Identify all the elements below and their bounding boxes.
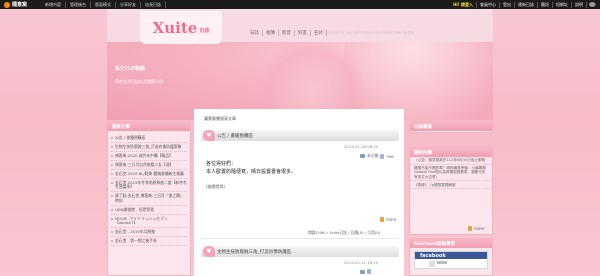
- blog-tabs: 日誌 相簿 影音 好友 名片: [247, 30, 327, 36]
- site-logo[interactable]: 隨意窩: [4, 1, 27, 8]
- tab-album[interactable]: 相簿: [263, 30, 279, 36]
- facebook-avatar: [429, 261, 435, 267]
- post-text-line: 各位晃好們：: [206, 161, 237, 167]
- breadcrumb[interactable]: 蘭素蜜書發表文章: [204, 116, 236, 122]
- list-item[interactable]: 金石堂-2019 BL/耽美 雲端書櫃新生推薦: [111, 170, 187, 179]
- more-icon: [380, 217, 384, 222]
- reply-item[interactable]: 《燕緣》,7g權限整理刷服: [410, 181, 492, 190]
- post-text-line: 本人歐置的隨便寫，晴日設置書會很多。: [206, 169, 297, 175]
- latest-articles-list: 公告 / 書籍預購區 生物生技防腐蝕三角_打造肖像防護策略 博客來-2020 或…: [108, 131, 190, 247]
- toolbar-nav: 新增內容 管理後台 版面模式 分享好友 站長日誌: [41, 1, 167, 8]
- toolbar-link-admin[interactable]: 管理後台: [66, 1, 92, 8]
- blog-title[interactable]: 私だけの物語: [115, 65, 145, 72]
- reply-item[interactable]: 權限不能不開放嗎？讀明通書會議：小編專屬Google One相片為其類型觀看書，…: [410, 165, 492, 182]
- list-item[interactable]: MOVIE -アイドリッシュセブン【Idolish7】: [111, 215, 187, 229]
- list-item[interactable]: 生物生技防腐蝕三角_打造肖像防護策略: [111, 143, 187, 152]
- recent-replies-panel: 最新回應 〈公告〉隨意窩將於112年6月30日後止服務 權限不能不開放嗎？讀明通…: [409, 147, 493, 235]
- post-category[interactable]: 未分類: [367, 153, 378, 159]
- read-more-link[interactable]: (繼續閱讀): [206, 183, 296, 191]
- post-body: 各位晃好們： 本人歐置的隨便寫，晴日設置書會很多。 (繼續閱讀): [206, 160, 296, 191]
- blog-project-heading[interactable]: 日誌專案: [410, 122, 492, 131]
- more-label: more: [474, 226, 485, 231]
- greeting-text: Hi! 請登入: [450, 1, 477, 8]
- folder-icon: [360, 269, 365, 274]
- more-icon: [468, 226, 472, 231]
- toolbar-link-layout[interactable]: 版面模式: [91, 1, 117, 8]
- list-item[interactable]: 金石堂 - 2019年月將推: [111, 228, 187, 238]
- more-label: more: [386, 217, 397, 222]
- right-sidebar: 日誌專案 最新回應 〈公告〉隨意窩將於112年6月30日後止服務 權限不能不開放…: [409, 121, 493, 276]
- top-toolbar: 隨意窩 新增內容 管理後台 版面模式 分享好友 站長日誌 Hi! 請登入 會員中…: [0, 0, 600, 9]
- post-meta: [360, 269, 371, 274]
- post-title[interactable]: 生物生技防腐蝕三角_打造肖像防護區: [217, 249, 291, 255]
- list-item[interactable]: 公告 / 書籍預購區: [111, 134, 187, 143]
- facebook-panel: facebook粉絲專頁 facebook: [409, 238, 493, 276]
- facebook-widget[interactable]: facebook: [414, 251, 488, 269]
- blog-description: 寫在生活日記以及戀情心得: [115, 79, 163, 84]
- toolbar-link-log[interactable]: 站長日誌: [141, 1, 167, 8]
- post-title-bar: ♥ 公告 / 書籍預購區: [201, 130, 399, 141]
- more-link[interactable]: more: [380, 217, 396, 222]
- brand-name: Xuite: [152, 18, 198, 37]
- post-footer-links[interactable]: 閱讀(196) / Xuite日誌 / 回應(0) / 引用(0): [308, 230, 380, 236]
- left-sidebar: 最新文章 公告 / 書籍預購區 生物生技防腐蝕三角_打造肖像防護策略 博客來-2…: [107, 121, 191, 276]
- xuite-brand-logo[interactable]: Xuite 日誌: [140, 11, 222, 44]
- folder-icon: [360, 154, 365, 158]
- post-date: 2013-01-29 08:25: [344, 144, 379, 149]
- blog-project-panel: 日誌專案: [409, 121, 493, 133]
- list-item[interactable]: 買了點-金石堂-博客來-三日月『書之類』時刻: [111, 192, 187, 206]
- brand-suffix: 日誌: [199, 28, 210, 34]
- logout-link[interactable]: 登出: [500, 1, 515, 8]
- member-center-link[interactable]: 會員中心: [477, 1, 500, 8]
- tab-friends[interactable]: 好友: [295, 30, 311, 36]
- xuite-logo-icon: [4, 1, 10, 8]
- divider: [201, 238, 399, 239]
- tab-video[interactable]: 影音: [279, 30, 295, 36]
- document-icon: [367, 269, 371, 274]
- facebook-heading: facebook粉絲專頁: [410, 239, 492, 248]
- post-title[interactable]: 公告 / 書籍預購區: [217, 133, 253, 139]
- post-date: 2013-02-11 16:25: [344, 260, 379, 265]
- post-meta: 未分類 396: [360, 153, 394, 159]
- help-link[interactable]: 說明: [572, 1, 587, 8]
- toolbar-user-area: Hi! 請登入 會員中心 登出 建新日誌 簡訊 短網址 說明: [450, 1, 596, 8]
- facebook-logo: facebook: [415, 252, 487, 259]
- tab-diary[interactable]: 日誌: [247, 30, 263, 36]
- latest-articles-heading: 最新文章: [108, 122, 190, 131]
- facebook-like-bar: [437, 261, 447, 264]
- help-icon[interactable]: [589, 2, 596, 7]
- reply-item[interactable]: 〈公告〉隨意窩將於112年6月30日後止服務: [410, 157, 492, 165]
- list-item[interactable]: 博客來-三日月自然夜看少女【週】: [111, 161, 187, 170]
- recent-replies-heading: 最新回應: [410, 148, 492, 157]
- post-title-bar: ♥ 生物生技防腐蝕三角_打造肖像防護區: [201, 246, 399, 257]
- messages-link[interactable]: 簡訊: [538, 1, 553, 8]
- site-name: 隨意窩: [12, 2, 28, 8]
- list-item[interactable]: 金石堂 - 第一期之後手系: [111, 237, 187, 247]
- list-item[interactable]: UDN讀書館 - 但是等我: [111, 206, 187, 215]
- blog-header-banner: Xuite 日誌 日誌 相簿 影音 好友 名片 Thinking of you …: [107, 9, 493, 120]
- short-url-link[interactable]: 短網址: [553, 1, 572, 8]
- header-tagline: Thinking of you will make my heart feel …: [322, 30, 415, 35]
- main-content: 蘭素蜜書發表文章 ♥ 公告 / 書籍預購區 2013-01-29 08:25 未…: [194, 109, 404, 276]
- toolbar-link-new-content[interactable]: 新增內容: [41, 1, 67, 8]
- post-views: 396: [386, 153, 394, 159]
- toolbar-link-share[interactable]: 分享好友: [116, 1, 142, 8]
- document-icon: [380, 153, 385, 159]
- list-item[interactable]: 金石堂-2019年冬季前原典創二度【新冬冬冬過當季】: [111, 179, 187, 193]
- list-item[interactable]: 博客來-2020 或許年中購【精品】: [111, 152, 187, 161]
- heart-icon: ♥: [203, 130, 215, 141]
- heart-icon: ♥: [203, 246, 215, 257]
- more-link[interactable]: more: [468, 226, 484, 231]
- new-blog-link[interactable]: 建新日誌: [515, 1, 538, 8]
